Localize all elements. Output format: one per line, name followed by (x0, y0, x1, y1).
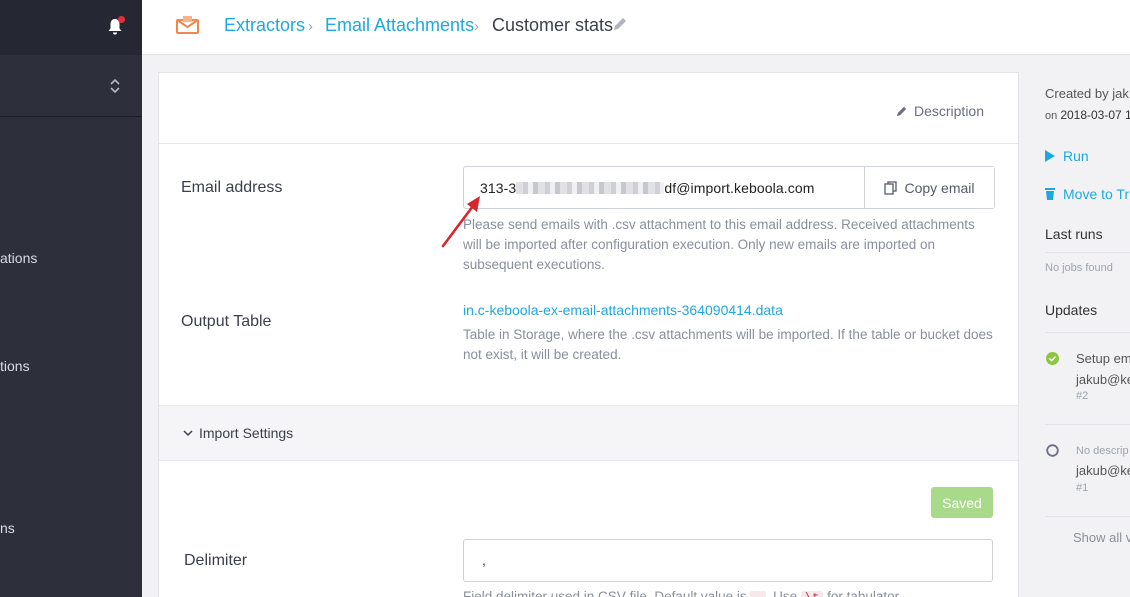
run-button[interactable]: Run (1045, 148, 1089, 164)
divider (1045, 424, 1130, 425)
play-icon (1045, 150, 1055, 162)
update-2-user: jakub@ke (1076, 463, 1130, 478)
delimiter-help-text: Field delimiter used in CSV file. Defaul… (463, 589, 902, 597)
breadcrumb-extractors[interactable]: Extractors (224, 15, 305, 36)
update-2-number: #1 (1076, 482, 1089, 494)
divider (1045, 252, 1130, 253)
sidebar-item-applications[interactable]: tions (0, 358, 30, 374)
breadcrumb-separator-icon: › (308, 18, 313, 35)
copy-icon (884, 180, 898, 195)
last-runs-heading: Last runs (1045, 226, 1103, 242)
edit-title-pencil-icon[interactable] (612, 16, 628, 32)
copy-email-button[interactable]: Copy email (864, 167, 994, 208)
version-circle-icon (1046, 444, 1059, 462)
delimiter-label: Delimiter (184, 552, 248, 569)
move-to-trash-label: Move to Tr (1063, 186, 1130, 202)
breadcrumb-email-attachments[interactable]: Email Attachments (325, 15, 474, 36)
sidebar-item-jobs[interactable]: ns (0, 520, 15, 536)
configuration-panel: Description Email address 313-3 df@import… (158, 72, 1019, 597)
output-table-link[interactable]: in.c-keboola-ex-email-attachments-364090… (463, 302, 783, 318)
email-help-text: Please send emails with .csv attachment … (463, 217, 975, 272)
email-address-label: Email address (181, 179, 283, 196)
sidebar: ations tions ns (0, 0, 142, 597)
updates-heading: Updates (1045, 302, 1098, 318)
import-settings-toggle[interactable]: Import Settings (183, 425, 293, 441)
redacted-blur (516, 182, 665, 194)
divider (1045, 332, 1130, 333)
project-switcher[interactable] (0, 55, 142, 117)
notifications-bell-icon[interactable] (107, 16, 125, 36)
update-1-user: jakub@ke (1076, 372, 1130, 387)
description-button[interactable]: Description (896, 103, 984, 119)
notification-badge (118, 16, 125, 23)
code-snippet: , (750, 591, 766, 597)
output-table-help-text: Table in Storage, where the .csv attachm… (463, 327, 993, 362)
delimiter-input[interactable]: , (463, 539, 993, 582)
update-1-title[interactable]: Setup em (1076, 351, 1130, 366)
import-settings-title: Import Settings (199, 425, 294, 441)
chevron-updown-icon (108, 78, 122, 95)
email-extractor-icon (176, 15, 199, 35)
no-jobs-text: No jobs found (1045, 262, 1113, 274)
pencil-icon (896, 106, 907, 116)
divider (1045, 516, 1130, 517)
import-settings-header[interactable]: Import Settings (159, 405, 1018, 461)
trash-icon (1045, 188, 1055, 200)
header: Extractors › Email Attachments › Custome… (142, 0, 1130, 55)
show-all-versions-link[interactable]: Show all v (1073, 530, 1130, 545)
chevron-down-icon (183, 430, 193, 437)
right-sidebar: Created by jak on 2018-03-07 1 Run Move … (1035, 72, 1130, 597)
divider (159, 143, 1018, 144)
created-by-text: Created by jak (1045, 86, 1129, 101)
delimiter-value: , (482, 552, 486, 568)
email-address-field[interactable]: 313-3 df@import.keboola.com Copy email (463, 166, 995, 209)
update-1-number: #2 (1076, 390, 1089, 402)
update-2-title[interactable]: No descrip (1076, 445, 1129, 457)
success-check-icon (1046, 352, 1059, 370)
run-label: Run (1063, 148, 1089, 164)
move-to-trash-button[interactable]: Move to Tr (1045, 186, 1129, 202)
annotation-arrow-icon (441, 196, 480, 248)
breadcrumb-separator-icon: › (474, 18, 479, 35)
page-title: Customer stats (492, 15, 614, 35)
sidebar-top (0, 0, 142, 55)
output-table-label: Output Table (181, 313, 272, 330)
code-snippet: \t (800, 591, 824, 597)
created-on-text: on 2018-03-07 1 (1045, 108, 1130, 122)
email-address-value: 313-3 df@import.keboola.com (480, 180, 815, 196)
saved-button[interactable]: Saved (931, 487, 993, 518)
sidebar-item-orchestrations[interactable]: ations (0, 250, 37, 266)
copy-email-label: Copy email (904, 179, 975, 196)
description-label: Description (913, 103, 984, 119)
